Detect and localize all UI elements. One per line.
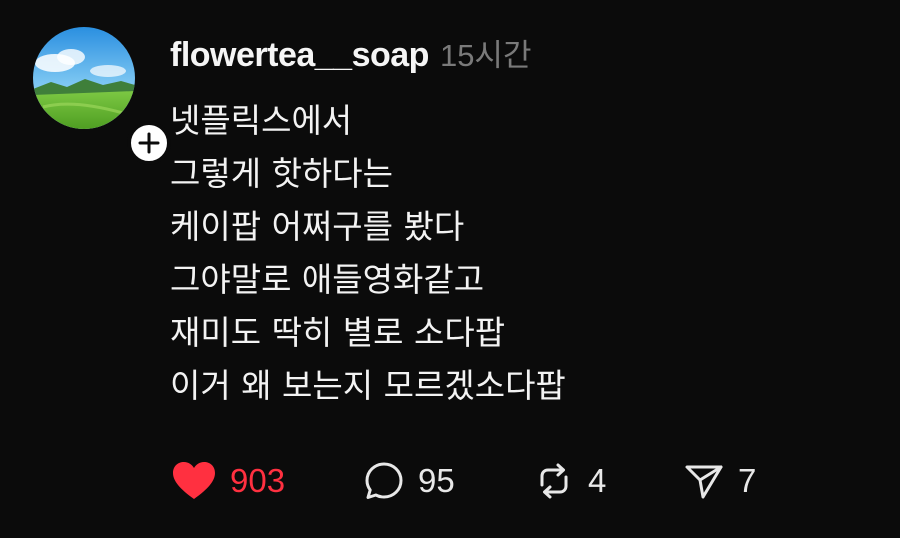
post-line: 이거 왜 보는지 모르겠소다팝 [170,366,566,405]
timestamp: 15시간 [439,38,532,73]
post-line: 그야말로 애들영화같고 [170,260,485,299]
repost-icon [540,463,568,499]
comment-icon [365,462,403,499]
share-button[interactable]: 7 [684,456,756,506]
post-line: 그렇게 핫하다는 [170,154,394,193]
avatar-container [33,27,171,165]
post-line: 케이팝 어쩌구를 봤다 [170,207,465,246]
post-line: 재미도 딱히 별로 소다팝 [170,313,506,352]
like-button[interactable]: 903 [172,456,285,506]
plus-icon [138,132,160,154]
post-header: flowertea__soap 15시간 [170,30,531,80]
like-count: 903 [230,462,286,499]
send-icon [685,465,723,499]
avatar[interactable] [33,27,135,129]
follow-button[interactable] [127,121,171,165]
share-count: 7 [738,462,757,499]
username[interactable]: flowertea__soap [170,36,429,75]
post-line: 넷플릭스에서 [170,101,353,140]
thread-post: flowertea__soap 15시간 넷플릭스에서 그렇게 핫하다는 케이팝… [0,0,900,538]
heart-icon [173,462,215,499]
repost-button[interactable]: 4 [534,456,606,506]
repost-count: 4 [588,462,607,499]
comment-button[interactable]: 95 [364,456,455,506]
post-body: 넷플릭스에서 그렇게 핫하다는 케이팝 어쩌구를 봤다 그야말로 애들영화같고 … [170,94,870,412]
comment-count: 95 [418,462,455,499]
